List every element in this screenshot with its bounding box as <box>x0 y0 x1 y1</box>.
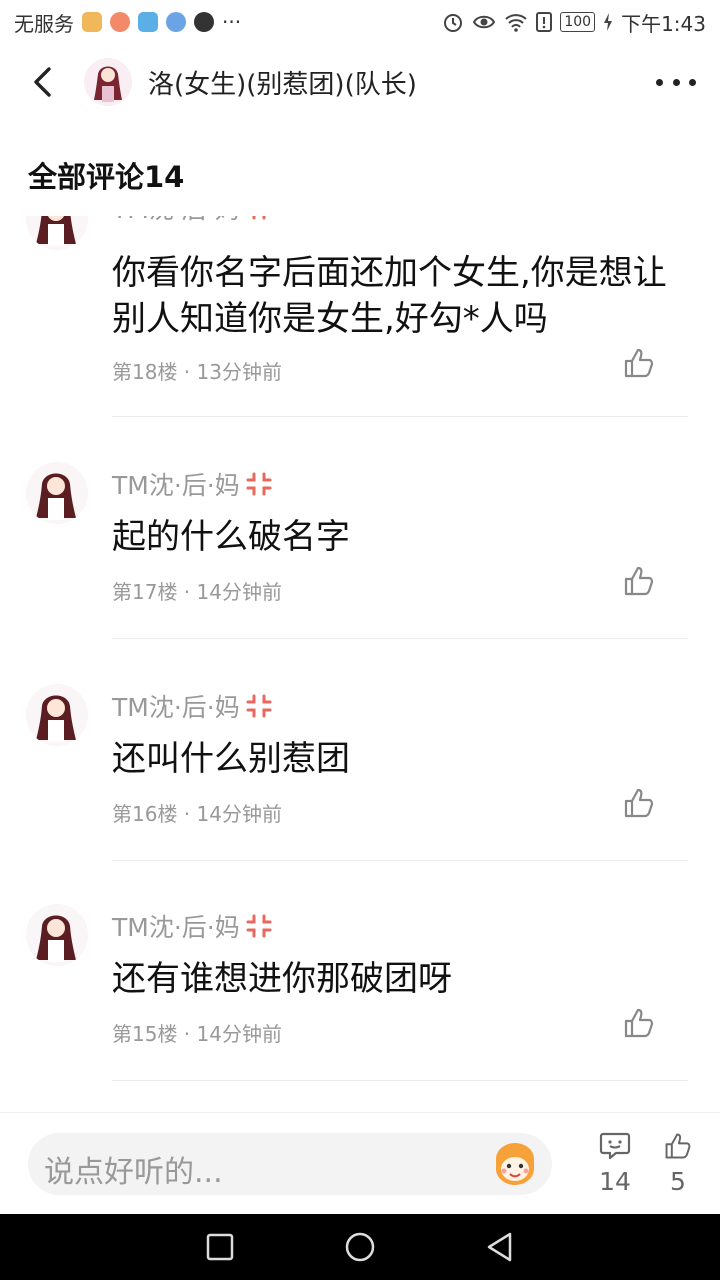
commenter-name: TM沈·后·妈 <box>112 688 274 724</box>
like-icon[interactable] <box>622 346 656 380</box>
commenter-avatar[interactable] <box>26 684 88 746</box>
commenter-name: TM沈·后·妈 <box>112 466 274 502</box>
tiktok-icon <box>194 12 214 32</box>
like-icon[interactable] <box>622 786 656 820</box>
comment-count-button[interactable]: 14 <box>593 1131 637 1196</box>
user-avatar[interactable] <box>84 58 132 106</box>
commenter-name: TM沈·后·妈 <box>112 908 274 944</box>
angry-icon <box>252 216 266 220</box>
page-title: 洛(女生)(别惹团)(队长) <box>148 69 417 100</box>
app-notification-icon <box>82 12 102 32</box>
comment-item: TM沈·后·妈 还叫什么别惹团 第16楼 · 14分钟前 <box>0 674 720 896</box>
commenter-name: TM沈·后·妈 <box>112 216 274 226</box>
more-options-button[interactable] <box>656 70 696 94</box>
comment-list[interactable]: TM沈·后·妈 你看你名字后面还加个女生,你是想让别人知道你是女生,好勾*人吗 … <box>0 216 720 1112</box>
comment-item: TM沈·后·妈 还有谁想进你那破团呀 第15楼 · 14分钟前 <box>0 896 720 1112</box>
divider <box>112 638 688 639</box>
divider <box>112 416 688 417</box>
comment-meta: 第16楼 · 14分钟前 <box>112 802 282 826</box>
back-nav-icon[interactable] <box>483 1230 517 1264</box>
comment-text: 还叫什么别惹团 <box>112 739 350 779</box>
more-notifications: ··· <box>222 10 242 34</box>
commenter-avatar[interactable] <box>26 462 88 524</box>
home-icon[interactable] <box>343 1230 377 1264</box>
comment-item: TM沈·后·妈 你看你名字后面还加个女生,你是想让别人知道你是女生,好勾*人吗 … <box>0 216 720 418</box>
alert-icon <box>536 12 553 32</box>
comment-text: 起的什么破名字 <box>112 517 350 557</box>
avatar-illustration <box>84 58 132 106</box>
commenter-avatar[interactable] <box>26 904 88 966</box>
avatar-illustration <box>26 684 88 746</box>
reply-input[interactable]: 说点好听的... <box>28 1133 552 1195</box>
carrier-status: 无服务 <box>14 11 74 36</box>
eye-icon <box>473 15 496 29</box>
comment-text: 你看你名字后面还加个女生,你是想让别人知道你是女生,好勾*人吗 <box>112 253 667 339</box>
like-count: 5 <box>670 1167 686 1196</box>
comment-meta: 第15楼 · 14分钟前 <box>112 1022 282 1046</box>
comments-section-title: 全部评论14 <box>28 160 185 194</box>
dot-icon <box>672 78 680 86</box>
recents-icon[interactable] <box>203 1230 237 1264</box>
divider <box>112 860 688 861</box>
comment-meta: 第17楼 · 14分钟前 <box>112 580 282 604</box>
bottom-reply-bar: 说点好听的... 14 5 <box>0 1112 720 1214</box>
back-button[interactable] <box>12 44 72 120</box>
comment-text: 还有谁想进你那破团呀 <box>112 959 452 999</box>
app-notification-icon <box>110 12 130 32</box>
like-icon[interactable] <box>622 1006 656 1040</box>
comment-item: TM沈·后·妈 起的什么破名字 第17楼 · 14分钟前 <box>0 452 720 674</box>
status-bar: 无服务 ··· 100 下午1:43 <box>0 0 720 44</box>
app-notification-icon <box>138 12 158 32</box>
angry-icon <box>246 472 272 496</box>
app-notification-icon <box>166 12 186 32</box>
angry-icon <box>246 914 272 938</box>
charging-icon <box>604 13 613 31</box>
commenter-avatar[interactable] <box>26 216 88 250</box>
like-count-button[interactable]: 5 <box>656 1131 700 1196</box>
dot-icon <box>689 78 696 86</box>
divider <box>112 1080 688 1081</box>
thumbs-up-icon <box>665 1133 691 1159</box>
comment-icon <box>599 1132 631 1160</box>
comment-meta: 第18楼 · 13分钟前 <box>112 360 282 384</box>
emoji-icon[interactable] <box>492 1141 538 1187</box>
clock: 下午1:43 <box>621 11 706 36</box>
angry-icon <box>246 694 272 718</box>
reply-placeholder: 说点好听的... <box>44 1155 223 1190</box>
chevron-left-icon <box>34 67 51 97</box>
system-nav-bar <box>0 1214 720 1280</box>
avatar-illustration <box>26 216 88 250</box>
battery-indicator: 100 <box>560 12 596 32</box>
wifi-icon <box>505 14 528 32</box>
alarm-icon <box>444 14 463 32</box>
avatar-illustration <box>26 904 88 966</box>
like-icon[interactable] <box>622 564 656 598</box>
dot-icon <box>656 78 663 86</box>
avatar-illustration <box>26 462 88 524</box>
comment-count: 14 <box>599 1167 631 1196</box>
chat-header: 洛(女生)(别惹团)(队长) <box>0 44 720 120</box>
